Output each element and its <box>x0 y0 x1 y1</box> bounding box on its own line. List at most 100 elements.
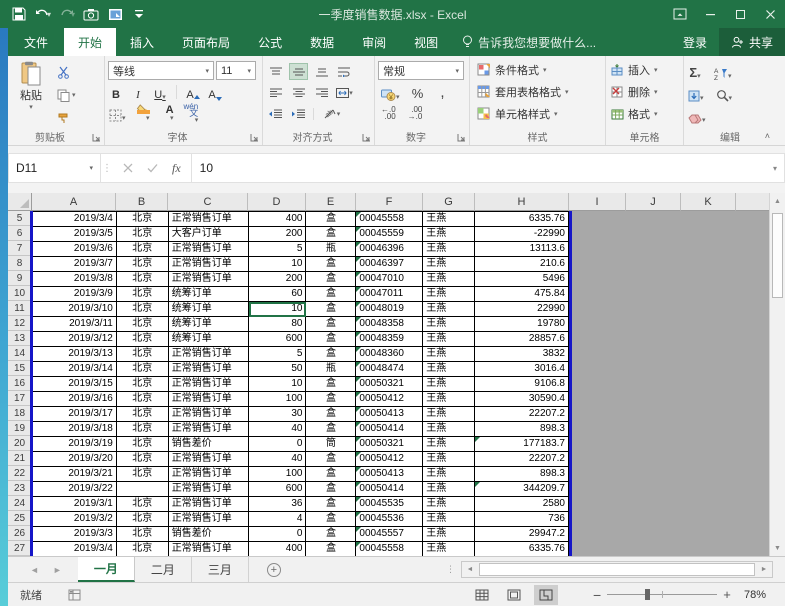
cell-A22[interactable]: 2019/3/21 <box>33 467 117 482</box>
row-header-17[interactable]: 17 <box>8 391 32 406</box>
alignment-dialog-launcher[interactable] <box>362 133 371 142</box>
row-header-11[interactable]: 11 <box>8 301 32 316</box>
zoom-percent[interactable]: 78% <box>744 589 766 601</box>
row-header-15[interactable]: 15 <box>8 361 32 376</box>
cell-A17[interactable]: 2019/3/16 <box>33 392 117 407</box>
row-header-20[interactable]: 20 <box>8 436 32 451</box>
cell-E16[interactable]: 盒 <box>306 377 356 392</box>
cell-G14[interactable]: 王燕 <box>423 347 475 362</box>
vertical-scrollbar[interactable]: ▲ ▼ <box>769 193 785 556</box>
column-header-F[interactable]: F <box>356 193 423 211</box>
name-box[interactable]: D11 ▾ <box>9 154 101 182</box>
cell-B8[interactable]: 北京 <box>117 257 169 272</box>
formula-bar-splitter[interactable]: ⋮ <box>101 154 113 182</box>
clear-button[interactable]: ▾ <box>687 106 707 124</box>
cell-A25[interactable]: 2019/3/2 <box>33 512 117 527</box>
row-header-16[interactable]: 16 <box>8 376 32 391</box>
font-color-button[interactable]: A▾ <box>159 104 175 122</box>
cell-E11[interactable]: 盒 <box>306 302 356 317</box>
cell-A10[interactable]: 2019/3/9 <box>33 287 117 302</box>
cell-F20[interactable]: 00050321 <box>356 437 423 452</box>
tell-me-box[interactable]: 告诉我您想要做什么... <box>452 28 606 56</box>
page-break-line-right[interactable] <box>569 211 572 556</box>
format-as-table-button[interactable]: 套用表格格式▾ <box>473 81 602 102</box>
cell-A9[interactable]: 2019/3/8 <box>33 272 117 287</box>
tab-公式[interactable]: 公式 <box>244 28 296 56</box>
cell-E6[interactable]: 盒 <box>306 227 356 242</box>
merge-center-button[interactable]: ▾ <box>335 84 354 101</box>
zoom-out-button[interactable]: − <box>593 587 601 603</box>
column-header-J[interactable]: J <box>626 193 681 211</box>
sheet-nav-right-arrow[interactable]: ► <box>53 565 62 575</box>
cell-D25[interactable]: 4 <box>249 512 307 527</box>
cell-D16[interactable]: 10 <box>249 377 307 392</box>
increase-decimal-button[interactable]: ←.0.00 <box>380 104 397 122</box>
cell-F17[interactable]: 00050412 <box>356 392 423 407</box>
cell-F21[interactable]: 00050412 <box>356 452 423 467</box>
cell-A26[interactable]: 2019/3/3 <box>33 527 117 542</box>
align-middle-button[interactable] <box>289 63 308 80</box>
cell-B19[interactable]: 北京 <box>117 422 169 437</box>
delete-cells-button[interactable]: 删除▾ <box>609 81 680 102</box>
cell-D10[interactable]: 60 <box>249 287 307 302</box>
cell-styles-button[interactable]: 单元格样式▾ <box>473 103 602 124</box>
cell-G7[interactable]: 王燕 <box>423 242 475 257</box>
cell-C12[interactable]: 统筹订单 <box>169 317 249 332</box>
horizontal-scrollbar[interactable]: ◄ ► <box>461 561 773 578</box>
cell-C19[interactable]: 正常销售订单 <box>169 422 249 437</box>
number-format-select[interactable]: 常规▾ <box>378 61 464 80</box>
cell-B17[interactable]: 北京 <box>117 392 169 407</box>
tab-数据[interactable]: 数据 <box>296 28 348 56</box>
cell-F24[interactable]: 00045535 <box>356 497 423 512</box>
cell-B21[interactable]: 北京 <box>117 452 169 467</box>
cell-C18[interactable]: 正常销售订单 <box>169 407 249 422</box>
cell-F10[interactable]: 00047011 <box>356 287 423 302</box>
sign-in-button[interactable]: 登录 <box>671 28 719 56</box>
cell-F13[interactable]: 00048359 <box>356 332 423 347</box>
cell-B13[interactable]: 北京 <box>117 332 169 347</box>
cell-H26[interactable]: 29947.2 <box>475 527 569 542</box>
cell-G20[interactable]: 王燕 <box>423 437 475 452</box>
cell-H19[interactable]: 898.3 <box>475 422 569 437</box>
redo-dropdown-arrow[interactable]: ▾ <box>71 10 75 19</box>
cell-D19[interactable]: 40 <box>249 422 307 437</box>
align-left-button[interactable] <box>266 84 285 101</box>
cell-H10[interactable]: 475.84 <box>475 287 569 302</box>
paste-button[interactable]: 粘贴 ▾ <box>11 59 51 130</box>
cell-G19[interactable]: 王燕 <box>423 422 475 437</box>
cell-A27[interactable]: 2019/3/4 <box>33 542 117 556</box>
cell-B20[interactable]: 北京 <box>117 437 169 452</box>
cell-C11[interactable]: 统筹订单 <box>169 302 249 317</box>
cell-H5[interactable]: 6335.76 <box>475 212 569 227</box>
cell-H12[interactable]: 19780 <box>475 317 569 332</box>
redo-button[interactable]: ▾ <box>56 3 78 25</box>
cell-G10[interactable]: 王燕 <box>423 287 475 302</box>
cell-C10[interactable]: 统筹订单 <box>169 287 249 302</box>
select-all-button[interactable] <box>8 193 32 211</box>
minimize-button[interactable] <box>695 0 725 28</box>
cell-C5[interactable]: 正常销售订单 <box>169 212 249 227</box>
cell-A20[interactable]: 2019/3/19 <box>33 437 117 452</box>
cell-C25[interactable]: 正常销售订单 <box>169 512 249 527</box>
cell-C20[interactable]: 销售差价 <box>169 437 249 452</box>
cell-B24[interactable]: 北京 <box>117 497 169 512</box>
vertical-scrollbar-thumb[interactable] <box>772 213 783 298</box>
tab-开始[interactable]: 开始 <box>64 28 116 56</box>
cell-D14[interactable]: 5 <box>249 347 307 362</box>
cell-G23[interactable]: 王燕 <box>423 482 475 497</box>
cell-F25[interactable]: 00045536 <box>356 512 423 527</box>
undo-dropdown-arrow[interactable]: ▾ <box>47 10 51 19</box>
column-header-D[interactable]: D <box>248 193 306 211</box>
cell-E7[interactable]: 瓶 <box>306 242 356 257</box>
cell-E12[interactable]: 盒 <box>306 317 356 332</box>
cell-C24[interactable]: 正常销售订单 <box>169 497 249 512</box>
sheet-tab-一月[interactable]: 一月 <box>78 557 135 582</box>
fill-button[interactable]: ▾ <box>687 84 705 102</box>
orientation-button[interactable]: ab▾ <box>319 105 345 122</box>
cell-D13[interactable]: 600 <box>249 332 307 347</box>
fill-color-button[interactable]: ▾ <box>135 104 151 122</box>
row-header-25[interactable]: 25 <box>8 511 32 526</box>
cell-H24[interactable]: 2580 <box>475 497 569 512</box>
cell-B23[interactable] <box>117 482 169 497</box>
cell-C17[interactable]: 正常销售订单 <box>169 392 249 407</box>
